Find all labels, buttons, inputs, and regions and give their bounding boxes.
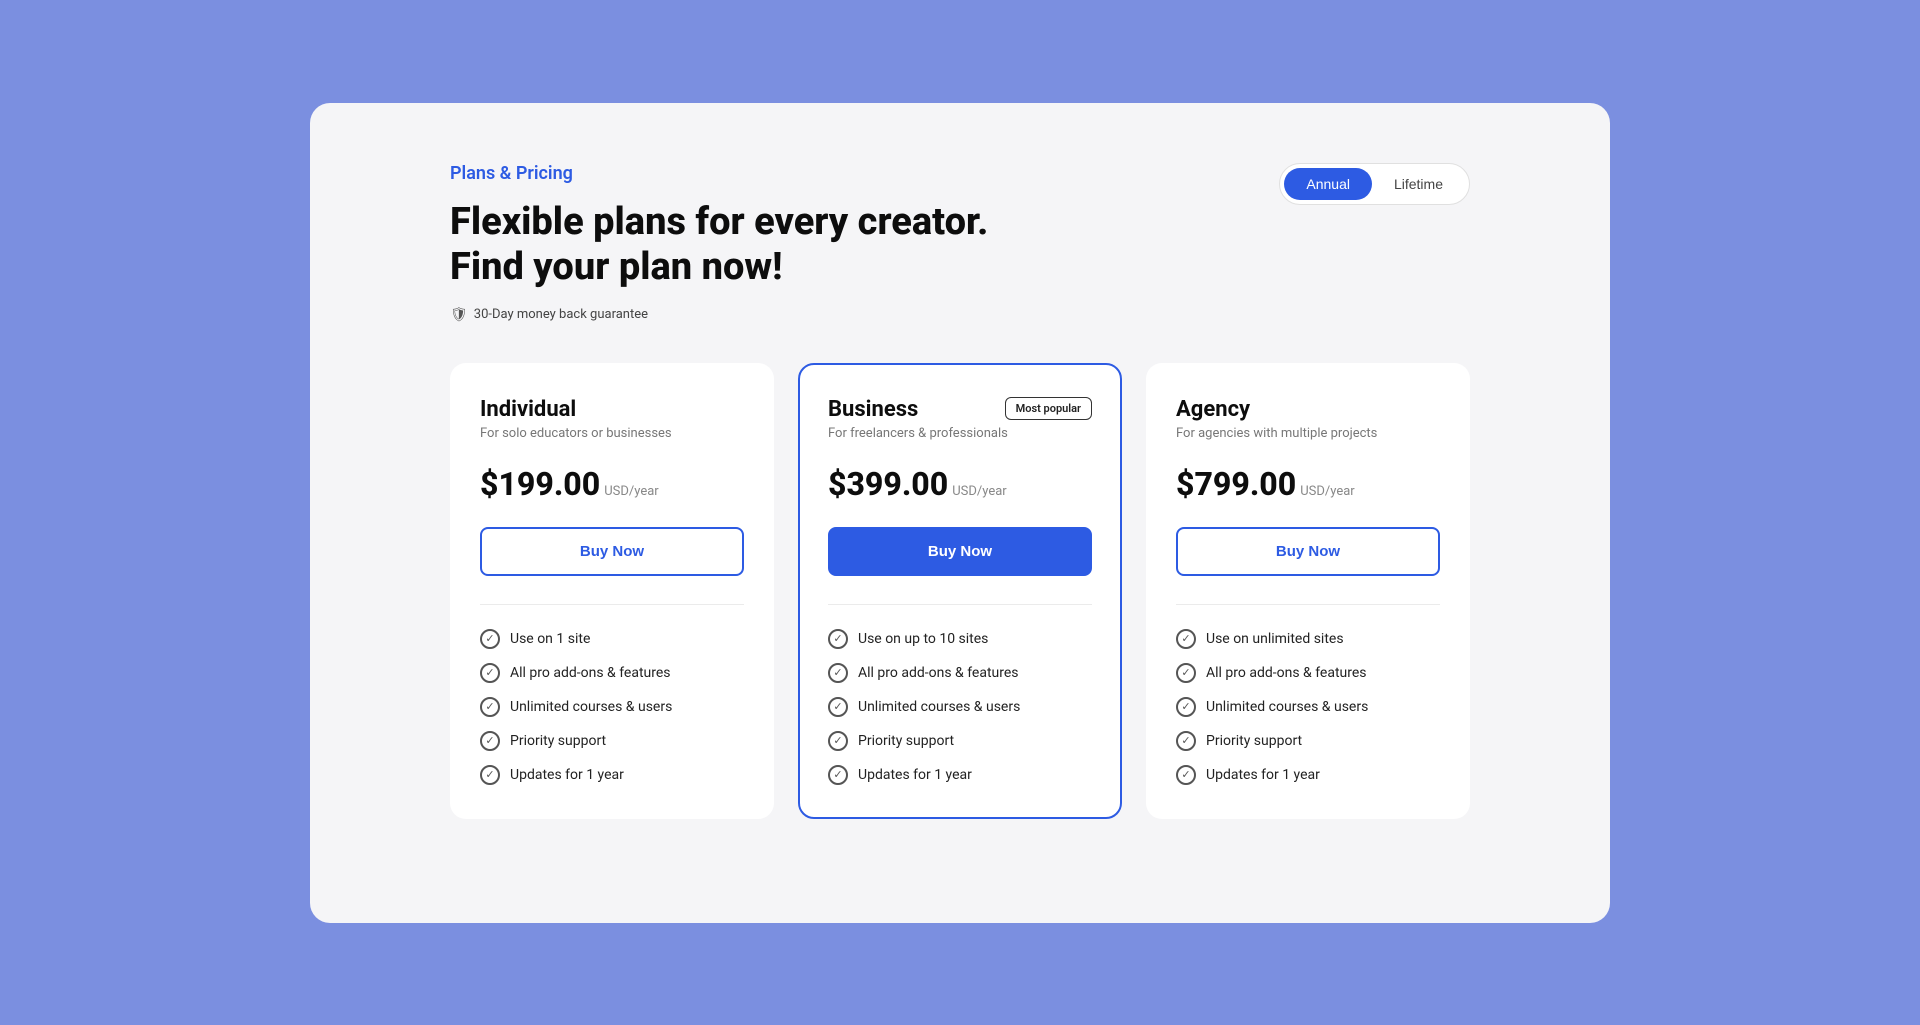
plan-card-business: Most popular Business For freelancers & … <box>798 363 1122 819</box>
list-item: ✓ Updates for 1 year <box>1176 765 1440 785</box>
billing-toggle: Annual Lifetime <box>1279 163 1470 205</box>
lifetime-toggle-button[interactable]: Lifetime <box>1372 168 1465 200</box>
plan-price-individual: $199.00 <box>480 465 600 503</box>
plan-price-business: $399.00 <box>828 465 948 503</box>
popular-badge: Most popular <box>1005 397 1092 420</box>
list-item: ✓ Use on unlimited sites <box>1176 629 1440 649</box>
check-icon: ✓ <box>828 765 848 785</box>
check-icon: ✓ <box>480 697 500 717</box>
plan-price-row-individual: $199.00 USD/year <box>480 465 744 503</box>
check-icon: ✓ <box>828 663 848 683</box>
divider-agency <box>1176 604 1440 605</box>
feature-list-agency: ✓ Use on unlimited sites ✓ All pro add-o… <box>1176 629 1440 785</box>
pricing-page: Annual Lifetime Plans & Pricing Flexible… <box>310 103 1610 923</box>
check-icon: ✓ <box>828 629 848 649</box>
check-icon: ✓ <box>480 765 500 785</box>
shield-icon: 🛡 <box>450 307 468 323</box>
plans-grid: Individual For solo educators or busines… <box>450 363 1470 819</box>
headline: Flexible plans for every creator. Find y… <box>450 200 1470 291</box>
list-item: ✓ All pro add-ons & features <box>1176 663 1440 683</box>
list-item: ✓ Updates for 1 year <box>480 765 744 785</box>
plan-card-agency: Agency For agencies with multiple projec… <box>1146 363 1470 819</box>
check-icon: ✓ <box>480 629 500 649</box>
list-item: ✓ Unlimited courses & users <box>1176 697 1440 717</box>
list-item: ✓ Priority support <box>480 731 744 751</box>
check-icon: ✓ <box>828 697 848 717</box>
list-item: ✓ Use on up to 10 sites <box>828 629 1092 649</box>
list-item: ✓ Priority support <box>828 731 1092 751</box>
divider-business <box>828 604 1092 605</box>
check-icon: ✓ <box>480 731 500 751</box>
list-item: ✓ All pro add-ons & features <box>828 663 1092 683</box>
list-item: ✓ All pro add-ons & features <box>480 663 744 683</box>
check-icon: ✓ <box>1176 765 1196 785</box>
feature-list-business: ✓ Use on up to 10 sites ✓ All pro add-on… <box>828 629 1092 785</box>
check-icon: ✓ <box>1176 731 1196 751</box>
check-icon: ✓ <box>1176 629 1196 649</box>
check-icon: ✓ <box>480 663 500 683</box>
guarantee-text: 🛡 30-Day money back guarantee <box>450 307 1470 323</box>
list-item: ✓ Unlimited courses & users <box>480 697 744 717</box>
plan-price-agency: $799.00 <box>1176 465 1296 503</box>
plan-desc-individual: For solo educators or businesses <box>480 426 744 441</box>
buy-button-individual[interactable]: Buy Now <box>480 527 744 576</box>
plan-desc-agency: For agencies with multiple projects <box>1176 426 1440 441</box>
check-icon: ✓ <box>828 731 848 751</box>
plan-name-agency: Agency <box>1176 397 1440 422</box>
buy-button-agency[interactable]: Buy Now <box>1176 527 1440 576</box>
plan-period-business: USD/year <box>952 484 1006 499</box>
list-item: ✓ Use on 1 site <box>480 629 744 649</box>
plan-period-agency: USD/year <box>1300 484 1354 499</box>
plan-desc-business: For freelancers & professionals <box>828 426 1092 441</box>
buy-button-business[interactable]: Buy Now <box>828 527 1092 576</box>
plan-period-individual: USD/year <box>604 484 658 499</box>
plan-price-row-agency: $799.00 USD/year <box>1176 465 1440 503</box>
list-item: ✓ Priority support <box>1176 731 1440 751</box>
annual-toggle-button[interactable]: Annual <box>1284 168 1372 200</box>
divider-individual <box>480 604 744 605</box>
plan-name-individual: Individual <box>480 397 744 422</box>
plan-price-row-business: $399.00 USD/year <box>828 465 1092 503</box>
list-item: ✓ Updates for 1 year <box>828 765 1092 785</box>
feature-list-individual: ✓ Use on 1 site ✓ All pro add-ons & feat… <box>480 629 744 785</box>
list-item: ✓ Unlimited courses & users <box>828 697 1092 717</box>
check-icon: ✓ <box>1176 663 1196 683</box>
plan-card-individual: Individual For solo educators or busines… <box>450 363 774 819</box>
check-icon: ✓ <box>1176 697 1196 717</box>
